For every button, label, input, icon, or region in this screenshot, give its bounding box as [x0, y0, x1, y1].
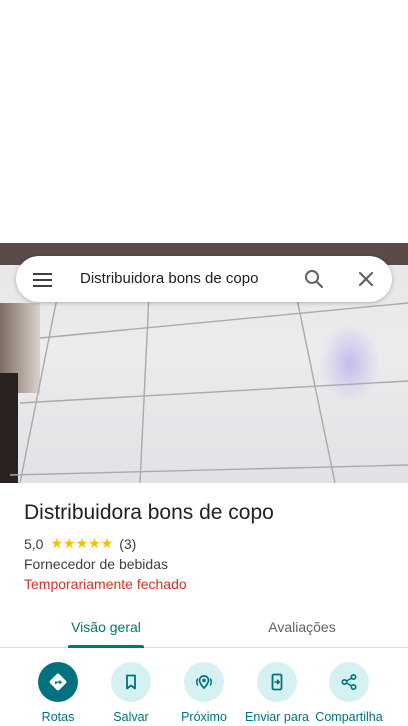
tab-overview[interactable]: Visão geral: [52, 606, 160, 648]
nearby-label: Próximo: [181, 710, 227, 724]
place-title: Distribuidora bons de copo: [24, 501, 274, 524]
search-input[interactable]: Distribuidora bons de copo: [80, 270, 258, 287]
share-button[interactable]: Compartilha: [312, 662, 386, 724]
rating-row[interactable]: 5,0 ★★★★★ (3): [24, 536, 136, 552]
share-label: Compartilha: [315, 710, 383, 724]
review-count[interactable]: (3): [119, 536, 136, 552]
bookmark-icon: [111, 662, 151, 702]
save-label: Salvar: [113, 710, 149, 724]
directions-label: Rotas: [41, 710, 75, 724]
tab-bar: Visão geral Avaliações: [0, 606, 408, 648]
directions-button[interactable]: Rotas: [21, 662, 95, 724]
status-text: Temporariamente fechado: [24, 576, 187, 592]
place-category[interactable]: Fornecedor de bebidas: [24, 556, 168, 572]
action-bar: Rotas Salvar Próximo Enviar para Compart…: [0, 656, 408, 726]
nearby-icon: [184, 662, 224, 702]
send-to-phone-button[interactable]: Enviar para: [240, 662, 314, 724]
rating-value: 5,0: [24, 536, 44, 552]
star-rating-icon: ★★★★★: [50, 536, 114, 552]
send-to-phone-icon: [257, 662, 297, 702]
tab-reviews[interactable]: Avaliações: [246, 606, 358, 648]
share-icon: [329, 662, 369, 702]
place-details-screen: Distribuidora bons de copo Distribuidora…: [0, 0, 408, 726]
directions-icon: [38, 662, 78, 702]
send-to-phone-label: Enviar para: [245, 710, 309, 724]
active-tab-indicator: [68, 645, 144, 648]
nearby-button[interactable]: Próximo: [167, 662, 241, 724]
search-bar[interactable]: Distribuidora bons de copo: [16, 256, 392, 302]
search-icon[interactable]: [302, 267, 326, 291]
menu-icon[interactable]: [32, 269, 54, 289]
save-button[interactable]: Salvar: [94, 662, 168, 724]
close-icon[interactable]: [354, 267, 378, 291]
